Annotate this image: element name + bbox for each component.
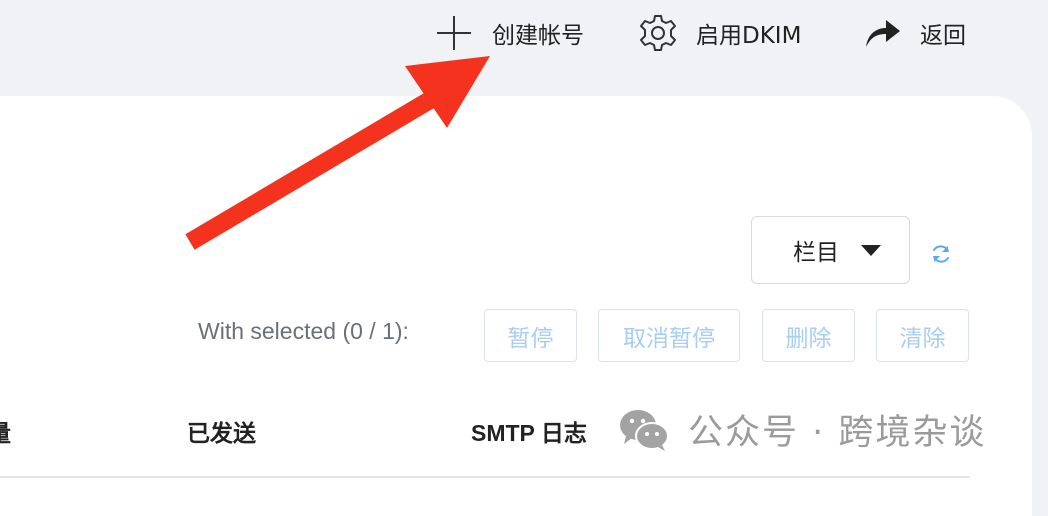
create-account-label: 创建帐号: [492, 23, 584, 49]
watermark: 公众号 · 跨境杂谈: [618, 404, 986, 455]
top-toolbar: 创建帐号 启用DKIM 返回: [0, 0, 1048, 70]
create-account-button[interactable]: 创建帐号: [434, 12, 584, 54]
plus-icon: [434, 13, 474, 53]
columns-dropdown[interactable]: 栏目: [751, 216, 910, 284]
watermark-text: 公众号 · 跨境杂谈: [688, 413, 987, 453]
refresh-icon[interactable]: [929, 242, 953, 266]
column-header-quantity[interactable]: 量: [0, 414, 11, 448]
caret-down-icon: [861, 244, 881, 256]
share-arrow-icon: [862, 13, 902, 53]
selection-count-label: With selected (0 / 1):: [198, 318, 409, 344]
table-header-divider: [0, 476, 970, 478]
column-header-smtp-log[interactable]: SMTP 日志: [471, 414, 587, 448]
column-header-sent[interactable]: 已发送: [187, 414, 256, 448]
columns-label: 栏目: [793, 240, 839, 266]
wechat-icon: [618, 408, 670, 452]
clear-button[interactable]: 清除: [876, 309, 969, 362]
pause-button[interactable]: 暂停: [484, 309, 577, 362]
delete-button[interactable]: 删除: [762, 309, 855, 362]
gear-icon: [638, 13, 678, 53]
enable-dkim-label: 启用DKIM: [696, 23, 802, 49]
back-button[interactable]: 返回: [862, 12, 966, 54]
enable-dkim-button[interactable]: 启用DKIM: [638, 12, 801, 54]
back-label: 返回: [920, 23, 966, 49]
unpause-button[interactable]: 取消暂停: [598, 309, 740, 362]
